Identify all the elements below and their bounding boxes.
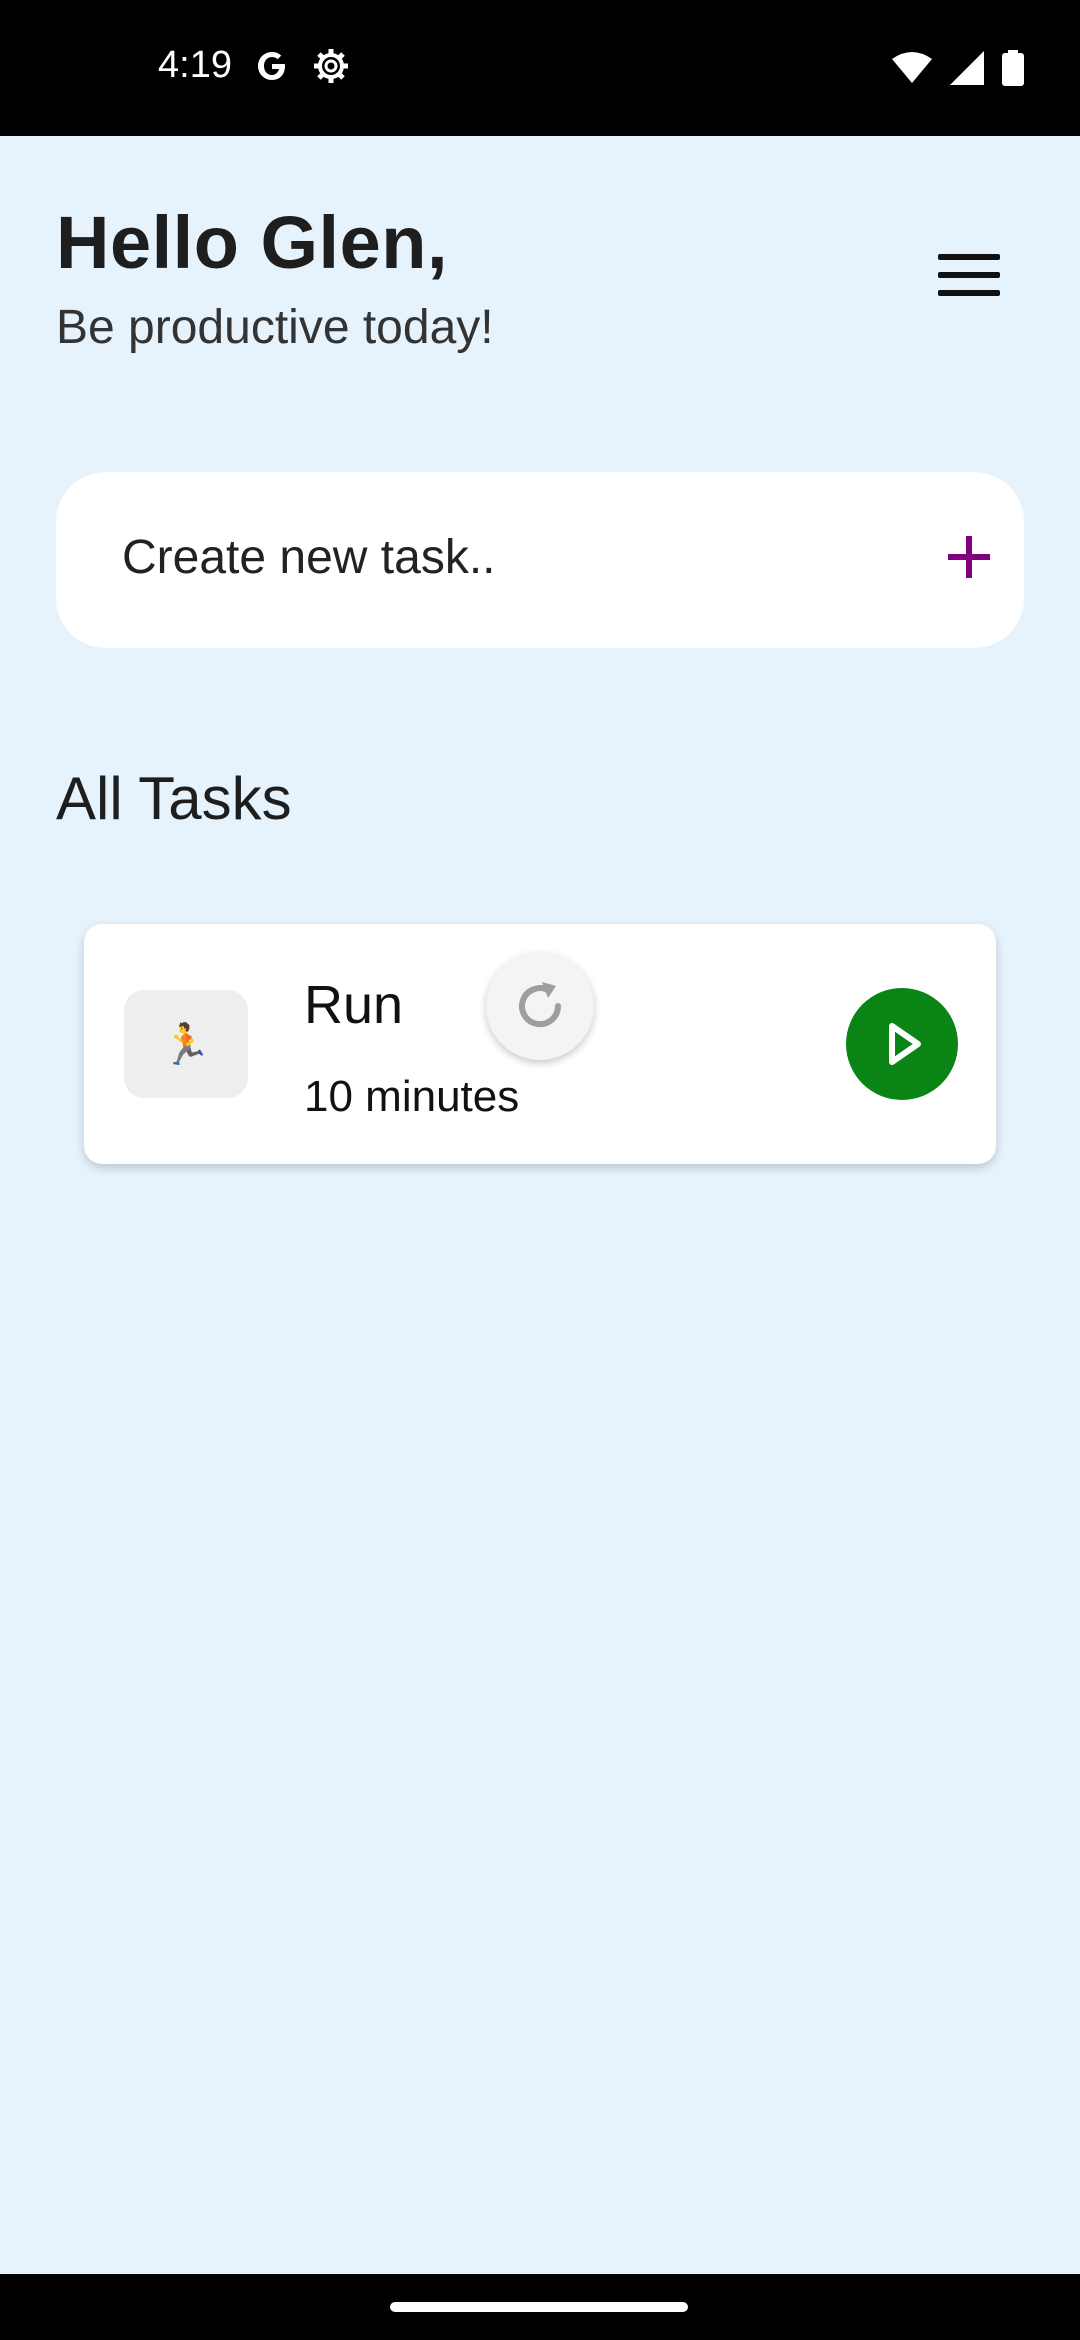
create-task-field[interactable]: Create new task..	[56, 472, 1024, 648]
refresh-icon[interactable]	[486, 952, 594, 1060]
google-icon	[254, 48, 290, 84]
task-duration: 10 minutes	[304, 1072, 520, 1121]
greeting-subtitle: Be productive today!	[56, 301, 494, 354]
status-right	[892, 50, 1024, 91]
wifi-icon	[892, 51, 932, 90]
greeting-title: Hello Glen,	[56, 201, 449, 284]
navigation-bar	[0, 2274, 1080, 2340]
play-icon	[889, 1023, 921, 1065]
task-name: Run	[304, 975, 404, 1035]
home-indicator[interactable]	[390, 2302, 688, 2312]
create-task-placeholder: Create new task..	[122, 531, 496, 584]
signal-icon	[950, 51, 984, 90]
status-left: 4:19	[158, 44, 350, 87]
plus-icon[interactable]	[934, 522, 1004, 592]
clock: 4:19	[158, 44, 232, 86]
task-emoji-runner: 🏃	[124, 990, 248, 1098]
status-bar: 4:19	[0, 0, 1080, 136]
hamburger-menu-icon[interactable]	[930, 240, 1010, 312]
play-button[interactable]	[846, 988, 958, 1100]
section-title: All Tasks	[56, 765, 292, 832]
task-card[interactable]: 🏃 Run 10 minutes	[84, 924, 996, 1164]
settings-gear-icon	[312, 47, 350, 85]
battery-icon	[1002, 50, 1024, 91]
